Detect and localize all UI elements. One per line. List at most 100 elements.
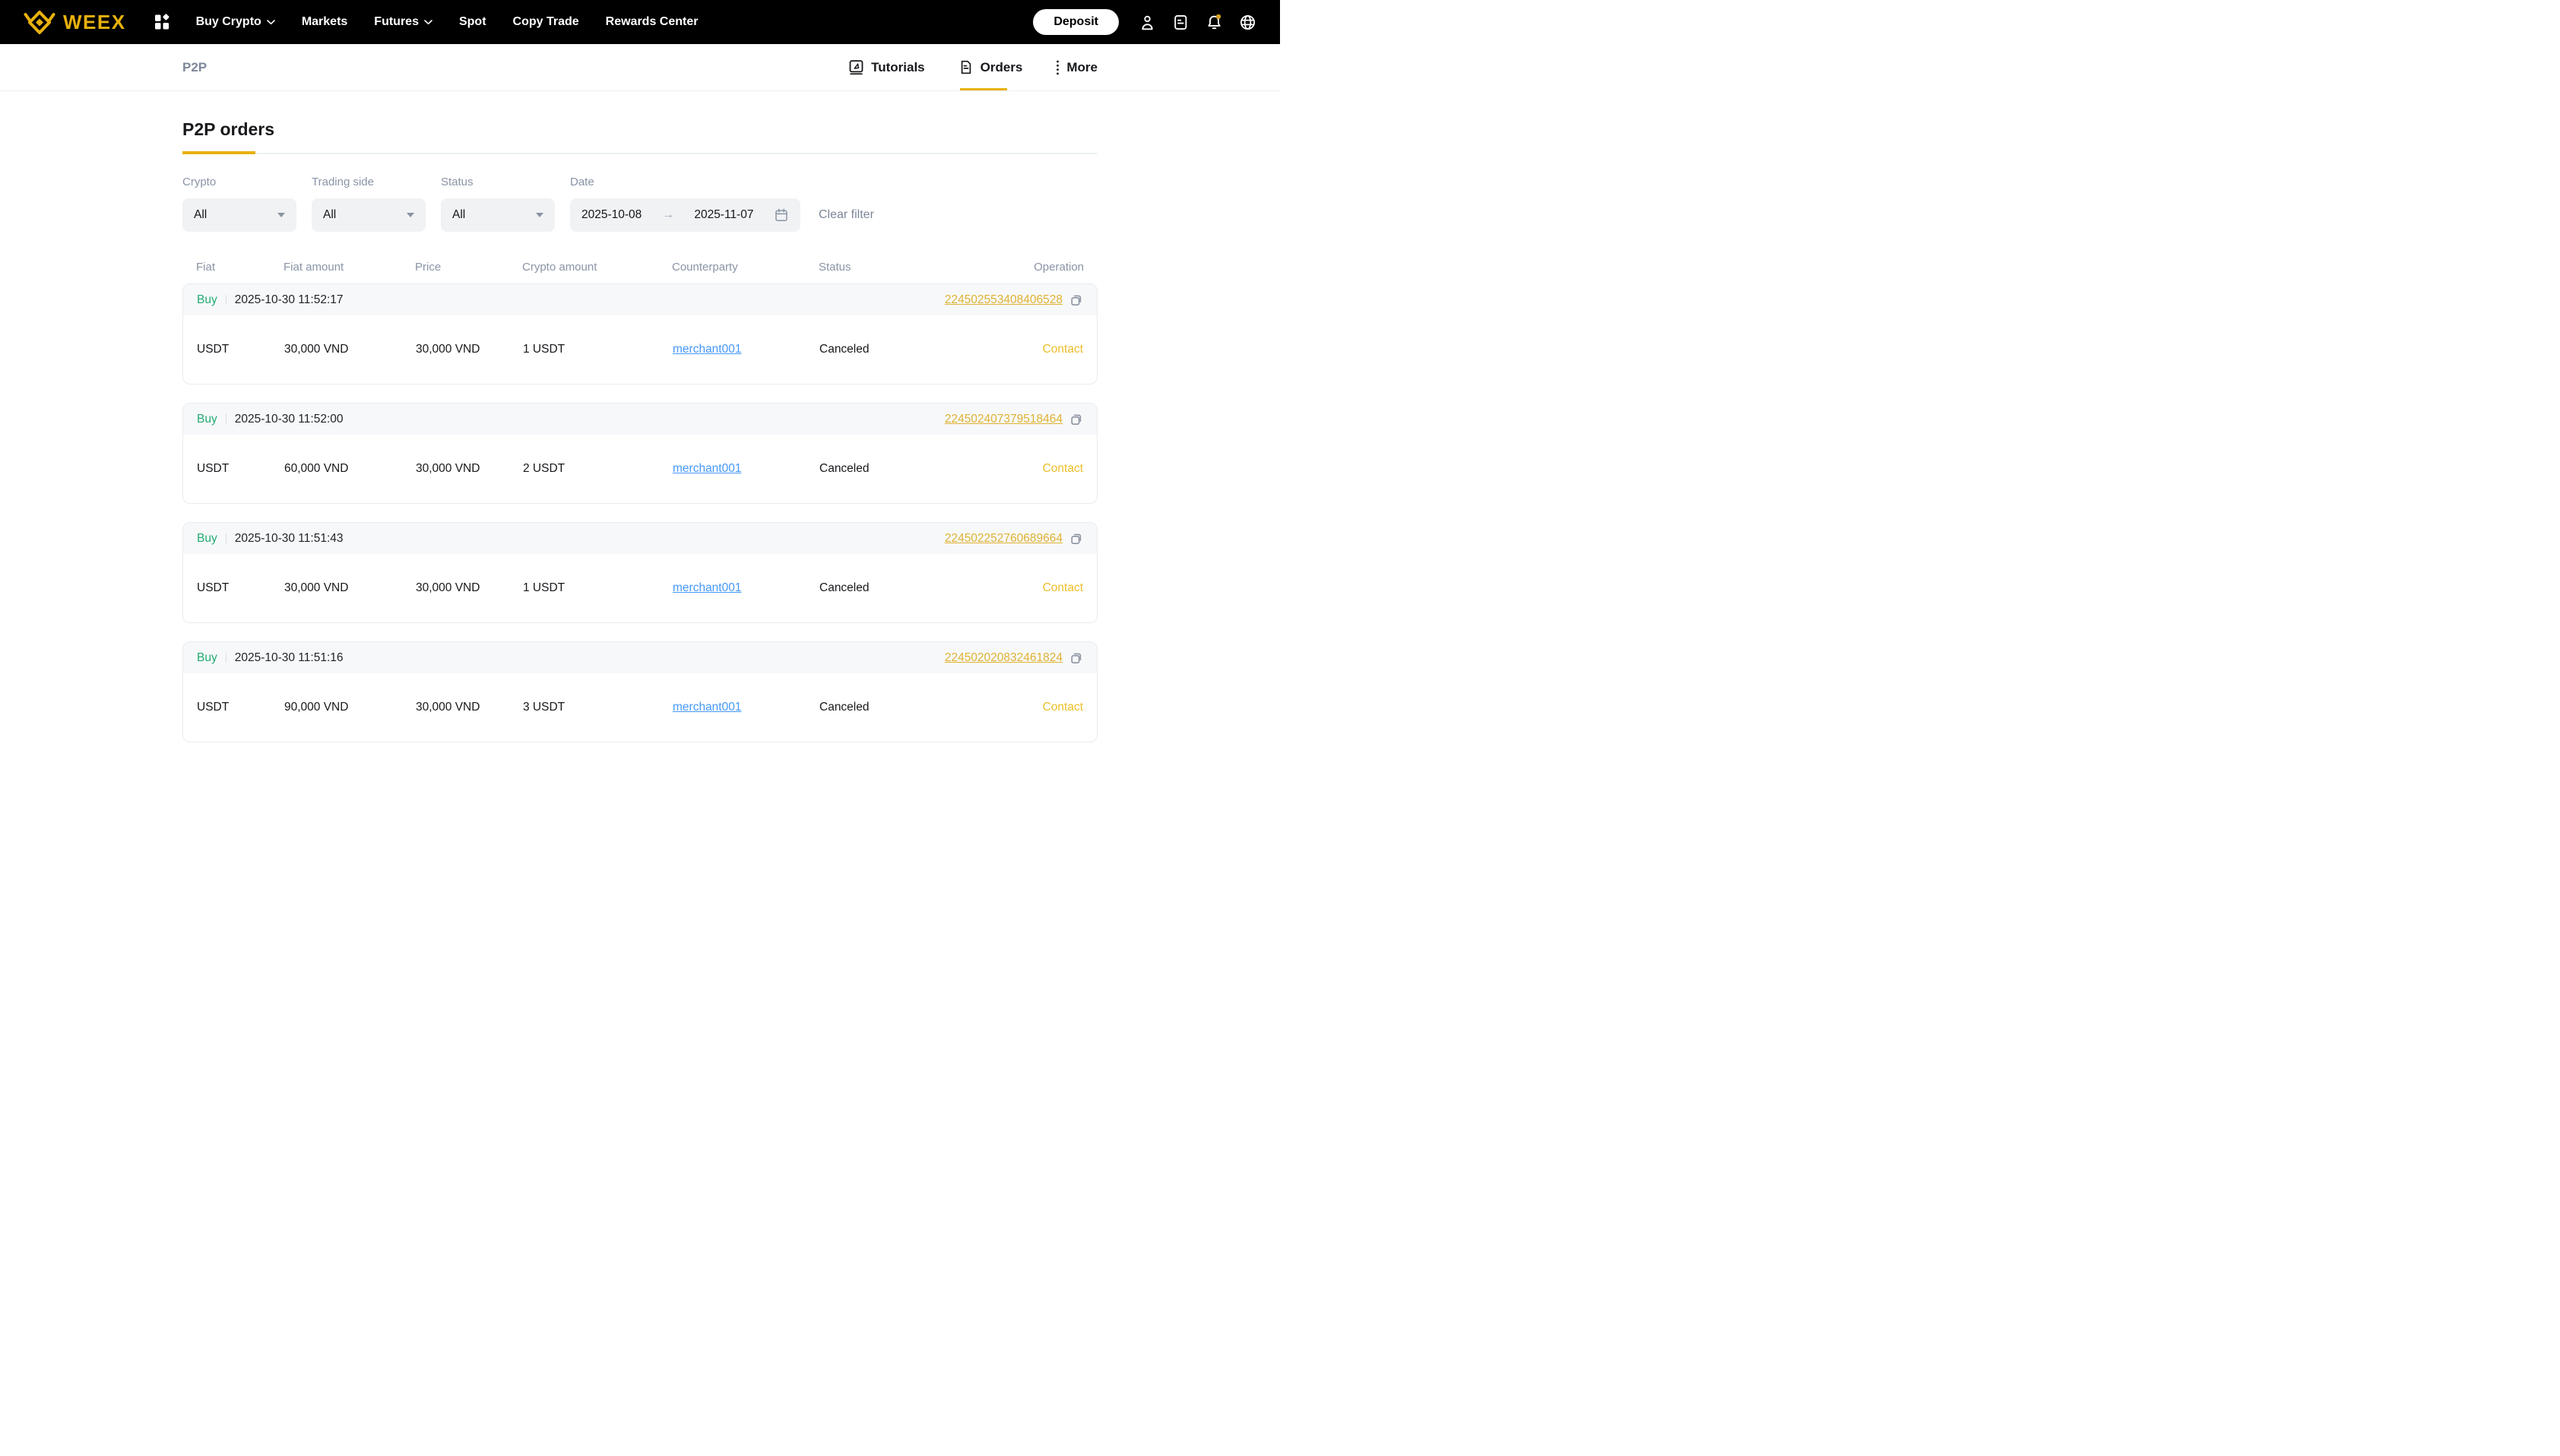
nav-item[interactable]: Copy Trade: [513, 15, 579, 29]
copy-icon[interactable]: [1069, 293, 1083, 307]
order-timestamp: 2025-10-30 11:51:16: [234, 650, 344, 664]
nav-item-label: Buy Crypto: [195, 15, 261, 28]
active-tab-underline: [182, 151, 255, 154]
date-range-picker[interactable]: 2025-10-08 → 2025-11-07: [570, 198, 800, 232]
cell-operation: Contact: [992, 343, 1083, 356]
order-id-link[interactable]: 224502252760689664: [945, 532, 1063, 546]
apps-grid-icon[interactable]: [154, 14, 170, 30]
table-column-header: Price: [415, 261, 442, 274]
tab-orders[interactable]: Orders: [958, 44, 1023, 90]
tutorials-icon: [848, 59, 864, 75]
order-card-header: Buy 2025-10-30 11:51:16 2245020208324618…: [183, 642, 1097, 673]
cell-fiat-amount: 30,000 VND: [284, 581, 349, 594]
cell-price: 30,000 VND: [416, 701, 480, 714]
cell-counterparty: merchant001: [673, 581, 819, 595]
notifications-bell-icon[interactable]: [1205, 13, 1224, 32]
copy-icon[interactable]: [1069, 651, 1083, 665]
tab-more[interactable]: More: [1056, 44, 1098, 90]
date-to-value: 2025-11-07: [694, 208, 754, 221]
cell-counterparty: merchant001: [673, 462, 819, 476]
order-card: Buy 2025-10-30 11:52:17 2245025534084065…: [182, 283, 1098, 385]
order-side-badge: Buy: [197, 650, 217, 664]
tab-tutorials-label: Tutorials: [871, 59, 925, 74]
cell-operation: Contact: [992, 462, 1083, 476]
order-id-link[interactable]: 224502553408406528: [945, 293, 1063, 307]
orders-doc-icon: [958, 59, 974, 75]
cell-fiat: USDT: [197, 462, 230, 475]
breadcrumb-p2p: P2P: [182, 59, 208, 74]
copy-icon[interactable]: [1069, 413, 1083, 426]
date-from-value: 2025-10-08: [581, 208, 642, 221]
deposit-button[interactable]: Deposit: [1033, 9, 1119, 35]
trading-side-select-value: All: [323, 208, 337, 221]
nav-item[interactable]: Rewards Center: [606, 15, 699, 29]
copy-icon[interactable]: [1069, 532, 1083, 546]
cell-counterparty: merchant001: [673, 343, 819, 356]
nav-item[interactable]: Futures: [374, 15, 432, 29]
nav-item[interactable]: Spot: [459, 15, 486, 29]
brand-name: WEEX: [63, 10, 126, 33]
nav-item-label: Rewards Center: [605, 15, 699, 28]
status-select-value: All: [452, 208, 466, 221]
caret-down-icon: [536, 213, 543, 217]
divider: [225, 295, 227, 305]
cell-status: Canceled: [819, 462, 870, 475]
nav-item-label: Futures: [374, 15, 419, 28]
order-card-header: Buy 2025-10-30 11:52:00 2245024073795184…: [183, 404, 1097, 435]
filters-bar: Crypto All Trading side All Status All D…: [182, 176, 1098, 232]
contact-link[interactable]: Contact: [1043, 343, 1083, 356]
cell-fiat: USDT: [197, 581, 230, 594]
profile-icon[interactable]: [1138, 13, 1157, 32]
counterparty-link[interactable]: merchant001: [673, 701, 741, 714]
cell-crypto-amount: 1 USDT: [523, 343, 566, 356]
trading-side-select[interactable]: All: [312, 198, 426, 232]
contact-link[interactable]: Contact: [1043, 581, 1083, 594]
counterparty-link[interactable]: merchant001: [673, 462, 741, 475]
page-title: P2P orders: [182, 119, 275, 139]
cell-crypto-amount: 3 USDT: [523, 701, 566, 714]
order-id-link[interactable]: 224502407379518464: [945, 413, 1063, 426]
cell-fiat: USDT: [197, 701, 230, 714]
order-card-row: USDT 30,000 VND 30,000 VND 1 USDT mercha…: [183, 315, 1097, 384]
cell-fiat: USDT: [197, 343, 230, 356]
cell-status: Canceled: [819, 343, 870, 356]
chevron-down-icon: [424, 19, 432, 25]
table-column-header: Status: [819, 261, 851, 274]
tab-tutorials[interactable]: Tutorials: [848, 44, 925, 90]
cell-counterparty: merchant001: [673, 701, 819, 714]
contact-link[interactable]: Contact: [1043, 462, 1083, 475]
contact-link[interactable]: Contact: [1043, 701, 1083, 714]
weex-logo[interactable]: WEEX: [23, 10, 126, 35]
tab-more-label: More: [1066, 59, 1098, 74]
status-select[interactable]: All: [441, 198, 555, 232]
status-filter-label: Status: [441, 176, 474, 188]
order-timestamp: 2025-10-30 11:52:17: [234, 293, 344, 306]
order-card-row: USDT 90,000 VND 30,000 VND 3 USDT mercha…: [183, 673, 1097, 742]
cell-operation: Contact: [992, 701, 1083, 714]
title-divider: [182, 151, 1098, 154]
divider: [225, 414, 227, 424]
divider: [225, 653, 227, 663]
clear-filter-button[interactable]: Clear filter: [819, 198, 874, 232]
order-card: Buy 2025-10-30 11:52:00 2245024073795184…: [182, 403, 1098, 504]
table-column-header: Counterparty: [672, 261, 738, 274]
main-content: P2P orders Crypto All Trading side All S…: [182, 119, 1098, 742]
tab-orders-label: Orders: [980, 59, 1023, 74]
nav-item[interactable]: Markets: [302, 15, 347, 29]
crypto-filter-label: Crypto: [182, 176, 217, 188]
language-globe-icon[interactable]: [1238, 13, 1257, 32]
nav-item-label: Spot: [458, 15, 486, 28]
caret-down-icon: [407, 213, 414, 217]
order-id-link[interactable]: 224502020832461824: [945, 651, 1063, 665]
filter-status: Status All: [441, 176, 555, 232]
nav-item[interactable]: Buy Crypto: [196, 15, 275, 29]
filter-crypto: Crypto All: [182, 176, 296, 232]
counterparty-link[interactable]: merchant001: [673, 343, 741, 356]
cell-fiat-amount: 60,000 VND: [284, 462, 349, 475]
cell-operation: Contact: [992, 581, 1083, 595]
crypto-select[interactable]: All: [182, 198, 296, 232]
counterparty-link[interactable]: merchant001: [673, 581, 741, 594]
caret-down-icon: [277, 213, 285, 217]
orders-history-icon[interactable]: [1171, 13, 1190, 32]
weex-logo-icon: [23, 10, 56, 35]
